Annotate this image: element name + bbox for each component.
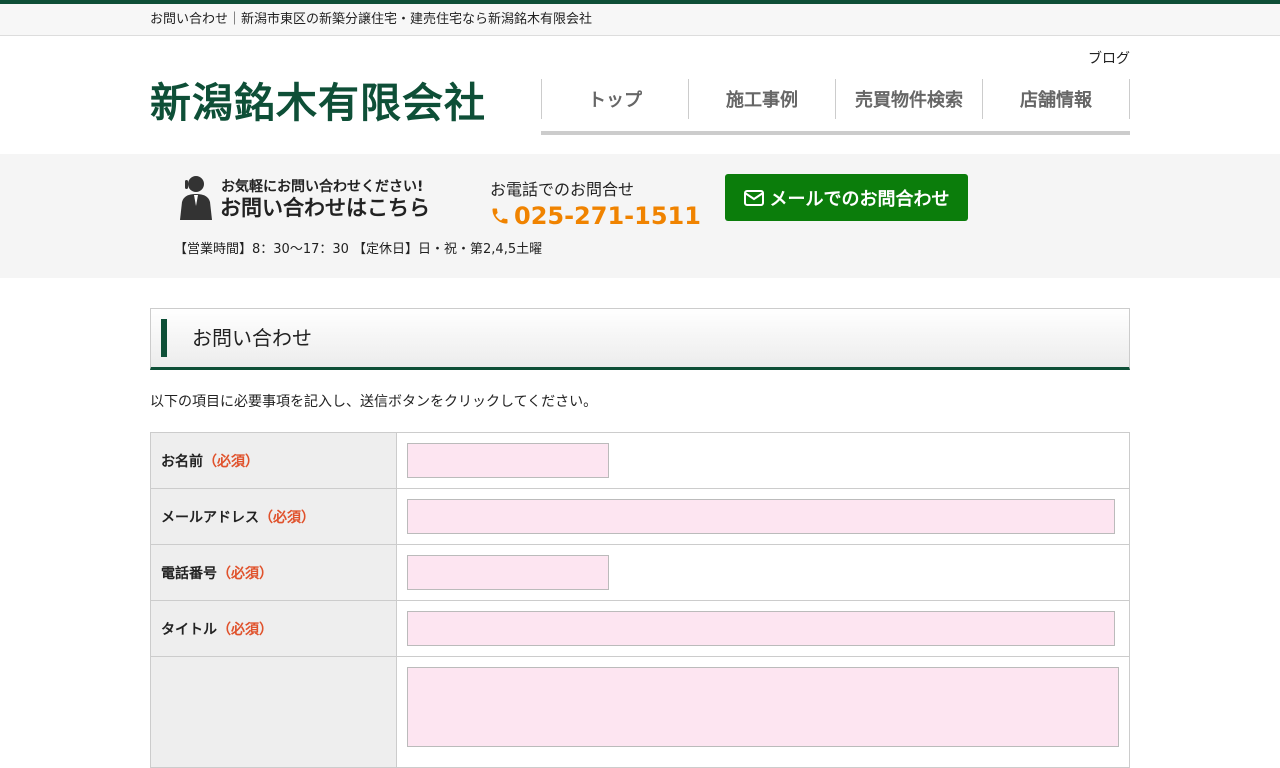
form-row-message [150, 656, 1130, 768]
contact-title: お問い合わせはこちら [220, 196, 430, 220]
top-bar: お問い合わせ｜新潟市東区の新築分譲住宅・建売住宅なら新潟銘木有限会社 [0, 4, 1280, 36]
nav-item-property-search[interactable]: 売買物件検索 [835, 79, 982, 119]
nav-item-store-info[interactable]: 店舗情報 [982, 79, 1130, 119]
field-label-email: メールアドレス（必須） [150, 488, 397, 545]
heading-accent-bar [161, 319, 167, 357]
envelope-icon [743, 189, 764, 206]
field-label-title: タイトル（必須） [150, 600, 397, 657]
support-person-icon [180, 176, 212, 220]
field-label-message [150, 656, 397, 768]
nav-item-top[interactable]: トップ [541, 79, 688, 119]
mail-button-label: メールでのお問合わせ [769, 188, 950, 210]
main-content: お問い合わせ 以下の項目に必要事項を記入し、送信ボタンをクリックしてください。 … [150, 308, 1130, 768]
phone-input[interactable] [407, 555, 609, 590]
business-hours: 【営業時間】8：30～17：30 【定休日】日・祝・第2,4,5土曜 [174, 242, 543, 257]
global-nav: トップ 施工事例 売買物件検索 店舗情報 [541, 79, 1130, 135]
form-row-email: メールアドレス（必須） [150, 488, 1130, 545]
message-textarea[interactable] [407, 667, 1119, 747]
contact-form: お名前（必須） メールアドレス（必須） 電話番号（必須） タイトル（必須） [150, 432, 1130, 768]
contact-bar: お気軽にお問い合わせください! お問い合わせはこちら お電話でのお問合せ 025… [0, 154, 1280, 278]
name-input[interactable] [407, 443, 609, 478]
tel-number[interactable]: 025-271-1511 [490, 202, 701, 230]
mail-contact-button[interactable]: メールでのお問合わせ [725, 174, 968, 221]
title-input[interactable] [407, 611, 1115, 646]
field-label-name: お名前（必須） [150, 432, 397, 489]
form-intro: 以下の項目に必要事項を記入し、送信ボタンをクリックしてください。 [150, 394, 598, 410]
required-mark: （必須） [259, 509, 315, 526]
page-heading-box: お問い合わせ [150, 308, 1130, 370]
tel-label: お電話でのお問合せ [490, 180, 635, 199]
nav-item-works[interactable]: 施工事例 [688, 79, 835, 119]
tel-number-text: 025-271-1511 [514, 202, 701, 230]
field-label-phone: 電話番号（必須） [150, 544, 397, 601]
required-mark: （必須） [203, 453, 259, 470]
required-mark: （必須） [217, 621, 273, 638]
form-row-phone: 電話番号（必須） [150, 544, 1130, 601]
form-row-name: お名前（必須） [150, 432, 1130, 489]
email-input[interactable] [407, 499, 1115, 534]
form-row-title: タイトル（必須） [150, 600, 1130, 657]
site-logo[interactable]: 新潟銘木有限会社 [150, 69, 486, 129]
required-mark: （必須） [217, 565, 273, 582]
site-tagline: お問い合わせ｜新潟市東区の新築分譲住宅・建売住宅なら新潟銘木有限会社 [150, 12, 593, 27]
blog-link[interactable]: ブログ [1088, 48, 1130, 68]
page-title: お問い合わせ [192, 326, 312, 350]
header: 新潟銘木有限会社 ブログ トップ 施工事例 売買物件検索 店舗情報 [150, 36, 1130, 154]
phone-icon [492, 208, 508, 224]
